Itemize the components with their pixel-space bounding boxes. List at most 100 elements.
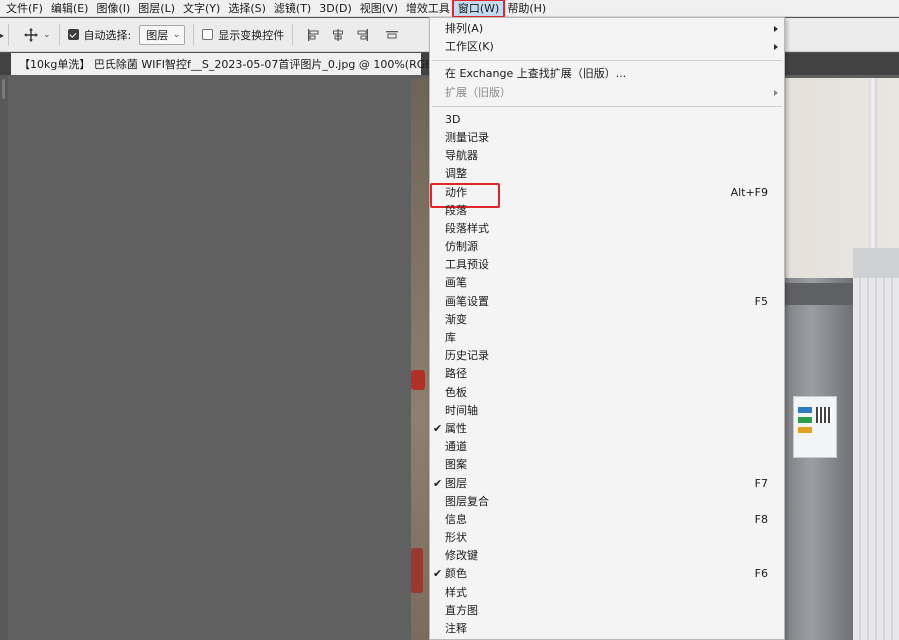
window-menu-item[interactable]: 调整 — [430, 165, 784, 183]
menu-item-label: 图案 — [445, 458, 467, 472]
window-menu-item[interactable]: 库 — [430, 329, 784, 347]
align-center-h-icon[interactable] — [331, 28, 345, 42]
menu-item-shortcut: F5 — [754, 294, 768, 308]
image-detail — [798, 407, 812, 437]
menu-item-label: 测量记录 — [445, 130, 489, 144]
window-menu-item[interactable]: 注释 — [430, 620, 784, 638]
window-menu-item[interactable]: 路径 — [430, 365, 784, 383]
window-menu-item[interactable]: ✔ 颜色 F6 — [430, 565, 784, 583]
window-menu-item[interactable]: 段落样式 — [430, 220, 784, 238]
window-menu-item[interactable]: ✔ 图层 F7 — [430, 475, 784, 493]
menu-2[interactable]: 图像(I) — [92, 0, 134, 17]
menu-1[interactable]: 编辑(E) — [47, 0, 93, 17]
move-tool-icon — [24, 27, 38, 42]
menu-item-label: 3D — [445, 112, 461, 126]
document-tab[interactable]: 【10kg单洗】 巴氏除菌 WIFI智控f__S_2023-05-07首评图片_… — [11, 53, 474, 75]
checkmark-icon: ✔ — [433, 567, 443, 581]
menu-item-label: 色板 — [445, 385, 467, 399]
menu-5[interactable]: 选择(S) — [224, 0, 270, 17]
menu-item-label: 扩展（旧版） — [445, 85, 511, 99]
window-menu-item[interactable]: 形状 — [430, 529, 784, 547]
image-detail — [411, 370, 425, 390]
window-menu-item[interactable]: 图案 — [430, 456, 784, 474]
window-menu-item[interactable]: 段落 — [430, 202, 784, 220]
menu-item-label: 注释 — [445, 622, 467, 635]
menu-item-label: 直方图 — [445, 603, 478, 617]
window-menu-item[interactable]: 画笔 — [430, 274, 784, 292]
menu-item-label: 时间轴 — [445, 403, 478, 417]
window-menu-item[interactable]: 测量记录 — [430, 129, 784, 147]
menu-0[interactable]: 文件(F) — [2, 0, 47, 17]
menu-item-label: 样式 — [445, 585, 467, 599]
window-menu-item[interactable]: 直方图 — [430, 602, 784, 620]
menu-10[interactable]: 窗口(W) — [451, 0, 506, 18]
image-detail — [411, 548, 423, 593]
window-menu-item: 扩展（旧版） — [430, 84, 784, 102]
window-menu-item[interactable]: 动作 Alt+F9 — [430, 182, 784, 208]
canvas-scroll-strip[interactable] — [0, 75, 8, 640]
window-menu-item[interactable]: 历史记录 — [430, 347, 784, 365]
move-tool-preset[interactable]: ⌄ — [23, 27, 51, 43]
menu-3[interactable]: 图层(L) — [134, 0, 179, 17]
menu-9[interactable]: 增效工具 — [402, 0, 454, 17]
image-detail — [773, 283, 857, 305]
chevron-down-icon[interactable]: ⌄ — [43, 30, 51, 40]
menu-item-label: 信息 — [445, 512, 467, 526]
align-top-icon[interactable] — [385, 28, 399, 42]
auto-select-checkbox[interactable] — [67, 29, 79, 40]
divider — [292, 23, 294, 46]
show-transform-checkbox[interactable] — [202, 29, 214, 40]
auto-select-target-dropdown[interactable]: 图层 ⌄ — [139, 24, 186, 45]
window-menu-item[interactable]: 仿制源 — [430, 238, 784, 256]
window-menu-item[interactable]: 样式 — [430, 584, 784, 602]
tool-edge-icon[interactable]: ▸ — [0, 18, 4, 52]
menu-item-label: 图层 — [445, 476, 467, 490]
menu-item-label: 修改键 — [445, 549, 478, 563]
menu-item-shortcut: F7 — [754, 476, 768, 490]
auto-select-label: 自动选择: — [83, 28, 132, 42]
window-menu-item[interactable]: 在 Exchange 上查找扩展（旧版）... — [430, 65, 784, 83]
menu-item-label: 通道 — [445, 440, 467, 454]
menu-4[interactable]: 文字(Y) — [179, 0, 224, 17]
menu-item-label: 颜色 — [445, 567, 467, 581]
window-menu-item[interactable]: 排列(A) — [430, 20, 784, 38]
menu-bar: 文件(F) 编辑(E) 图像(I) 图层(L) 文字(Y) 选择(S) 滤镜(T) 3D(D)… — [0, 0, 899, 18]
energy-label-image — [793, 396, 837, 458]
menu-item-label: 调整 — [445, 167, 467, 181]
document-tab-title: 【10kg单洗】 巴氏除菌 WIFI智控f__S_2023-05-07首评图片_… — [19, 58, 457, 71]
menu-item-shortcut: F6 — [754, 567, 768, 581]
window-menu-item[interactable]: 工作区(K) — [430, 38, 784, 56]
window-menu-item[interactable]: 工具预设 — [430, 256, 784, 274]
cabinet-image — [853, 248, 899, 640]
menu-item-label: 动作 — [445, 185, 467, 199]
menu-item-label: 库 — [445, 331, 456, 344]
menu-item-label: 工具预设 — [445, 258, 489, 272]
washer-image — [783, 278, 853, 640]
align-right-icon[interactable] — [355, 28, 369, 42]
menu-item-label: 导航器 — [445, 149, 478, 163]
window-menu-item[interactable]: 信息 F8 — [430, 511, 784, 529]
menu-item-shortcut: Alt+F9 — [730, 185, 768, 199]
window-menu-item[interactable]: 图层复合 — [430, 493, 784, 511]
window-menu-item[interactable]: 渐变 — [430, 311, 784, 329]
menu-8[interactable]: 视图(V) — [356, 0, 402, 17]
image-detail — [853, 248, 899, 278]
menu-11[interactable]: 帮助(H) — [503, 0, 550, 17]
window-menu-item[interactable]: 3D — [430, 111, 784, 129]
window-menu-item[interactable]: 导航器 — [430, 147, 784, 165]
window-menu-item[interactable]: 色板 — [430, 384, 784, 402]
menu-7[interactable]: 3D(D) — [315, 0, 356, 17]
divider — [193, 23, 195, 46]
menu-6[interactable]: 滤镜(T) — [270, 0, 315, 17]
menu-item-label: 排列(A) — [445, 22, 484, 35]
align-left-icon[interactable] — [307, 28, 321, 42]
window-menu-item[interactable]: 通道 — [430, 438, 784, 456]
submenu-arrow-icon — [774, 89, 778, 96]
window-menu-item[interactable]: 修改键 — [430, 547, 784, 565]
window-menu-item[interactable]: ✔ 属性 — [430, 420, 784, 438]
show-transform-label: 显示变换控件 — [218, 28, 285, 42]
window-menu-item[interactable]: 画笔设置 F5 — [430, 293, 784, 311]
chevron-down-icon: ⌄ — [172, 29, 181, 40]
window-menu-item[interactable]: 时间轴 — [430, 402, 784, 420]
submenu-arrow-icon — [774, 26, 778, 32]
